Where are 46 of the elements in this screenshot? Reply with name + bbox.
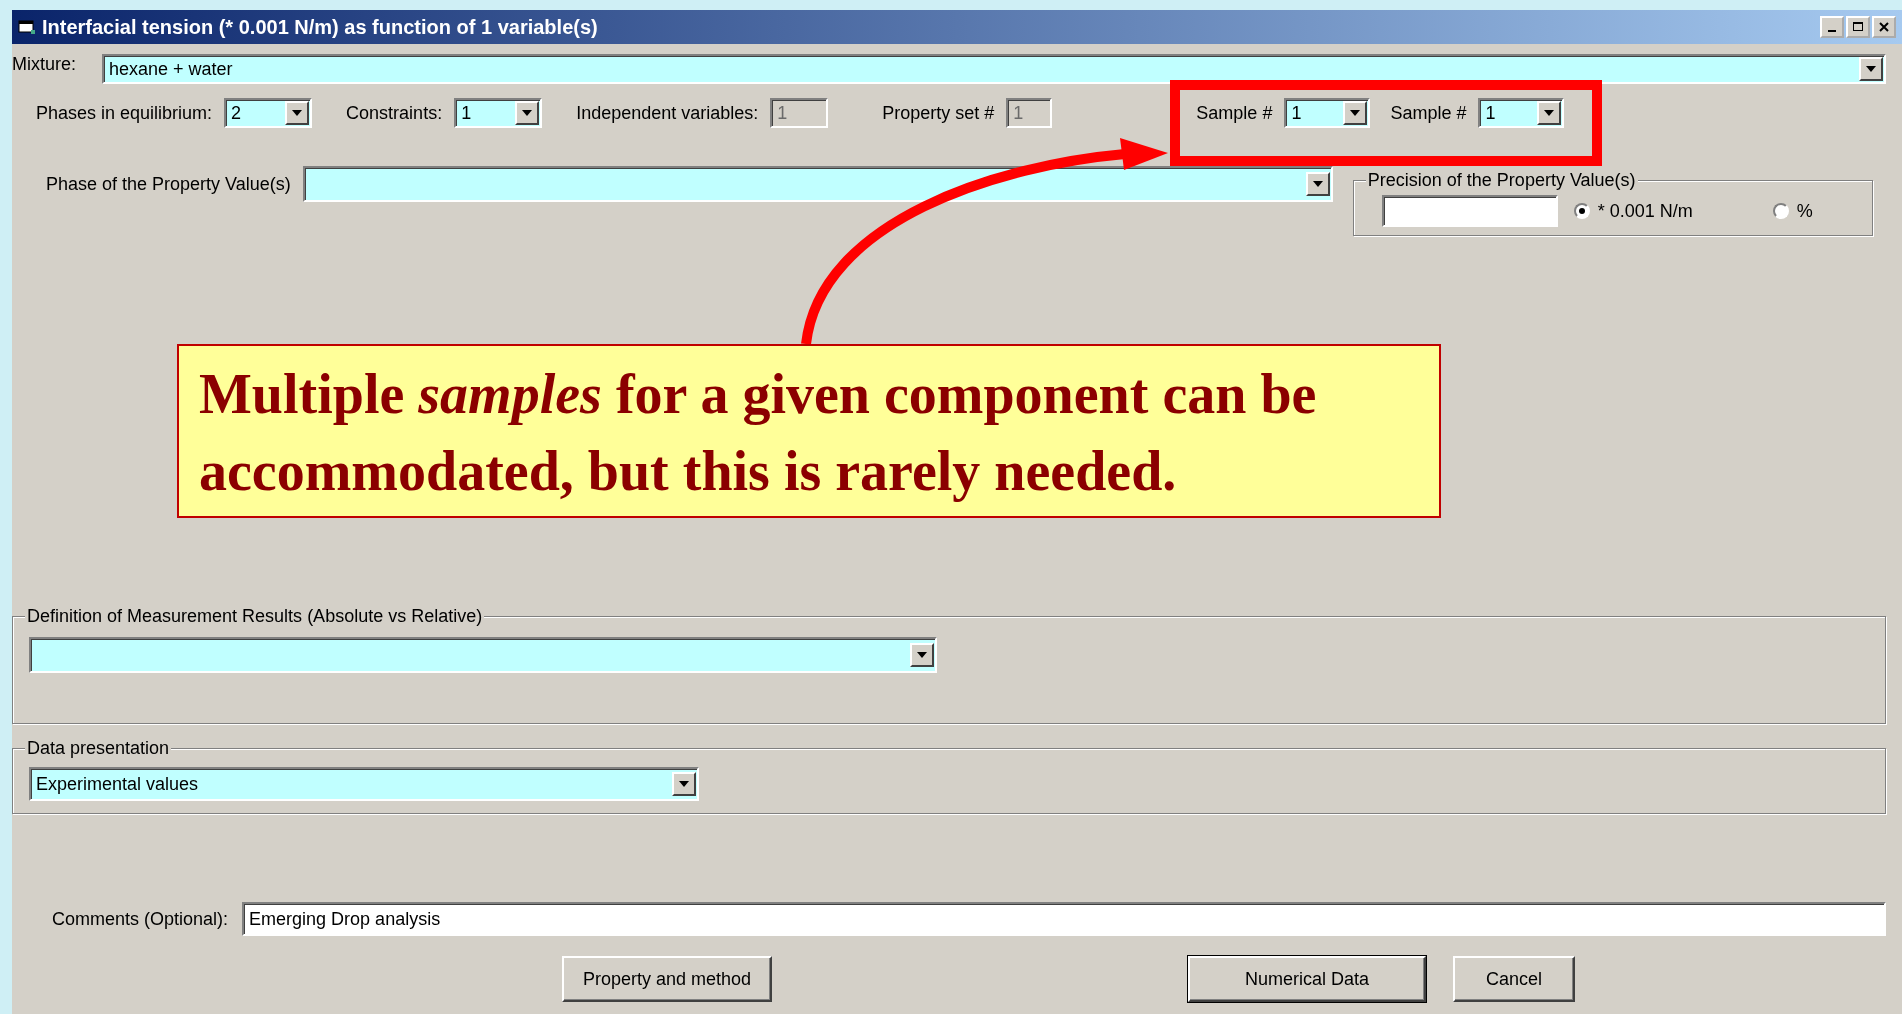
dialog-button[interactable]: Property and method: [562, 956, 772, 1002]
setting-dropdown[interactable]: 1: [1284, 98, 1371, 128]
phase-label: Phase of the Property Value(s): [46, 173, 291, 195]
precision-field[interactable]: [1381, 195, 1558, 227]
maximize-button[interactable]: [1846, 16, 1870, 38]
caret-icon: [1866, 66, 1876, 72]
close-icon: [1879, 22, 1889, 32]
caret-icon: [1350, 110, 1361, 116]
presentation-legend: Data presentation: [25, 738, 172, 759]
radio-label: * 0.001 N/m: [1597, 200, 1693, 222]
setting-label: Property set #: [882, 102, 995, 124]
setting-dropdown[interactable]: 1: [1478, 98, 1565, 128]
comments-field[interactable]: Emerging Drop analysis: [242, 902, 1886, 936]
setting-dropdown[interactable]: 2: [224, 98, 313, 128]
radio-button[interactable]: [1573, 203, 1590, 219]
phase-dropdown[interactable]: [302, 166, 1333, 202]
setting-label: Sample #: [1390, 102, 1467, 124]
comments-label: Comments (Optional):: [52, 908, 229, 930]
caret-icon: [917, 652, 927, 658]
caret-icon: [522, 110, 533, 116]
definition-dropdown[interactable]: [29, 637, 937, 673]
dialog-button[interactable]: Numerical Data: [1188, 956, 1426, 1002]
callout-note: Multiple samples for a given component can be accommodated, but this is rarely needed.: [177, 344, 1441, 518]
mixture-label: Mixture:: [12, 54, 77, 75]
setting-dropdown[interactable]: 1: [454, 98, 543, 128]
mixture-dropdown[interactable]: hexane + water: [102, 54, 1886, 84]
radio-button[interactable]: [1772, 203, 1789, 219]
caret-icon: [1312, 181, 1323, 187]
minimize-button[interactable]: [1820, 16, 1844, 38]
setting-label: Sample #: [1196, 102, 1273, 124]
window-icon: [18, 19, 36, 35]
caret-icon: [679, 781, 689, 787]
window-title: Interfacial tension (* 0.001 N/m) as function of 1 variable(s): [42, 15, 598, 39]
caret-icon: [292, 110, 303, 116]
caret-icon: [1544, 110, 1555, 116]
maximize-icon: [1853, 22, 1863, 32]
setting-label: Phases in equilibrium:: [36, 102, 213, 124]
definition-legend: Definition of Measurement Results (Absolute vs Relative): [25, 606, 485, 627]
dialog-button[interactable]: Cancel: [1453, 956, 1575, 1002]
precision-legend: Precision of the Property Value(s): [1365, 170, 1638, 191]
presentation-dropdown[interactable]: Experimental values: [29, 767, 699, 801]
minimize-icon: [1828, 30, 1836, 32]
radio-label: %: [1796, 200, 1813, 222]
setting-label: Constraints:: [346, 102, 443, 124]
close-button[interactable]: [1872, 16, 1896, 38]
setting-label: Independent variables:: [576, 102, 759, 124]
